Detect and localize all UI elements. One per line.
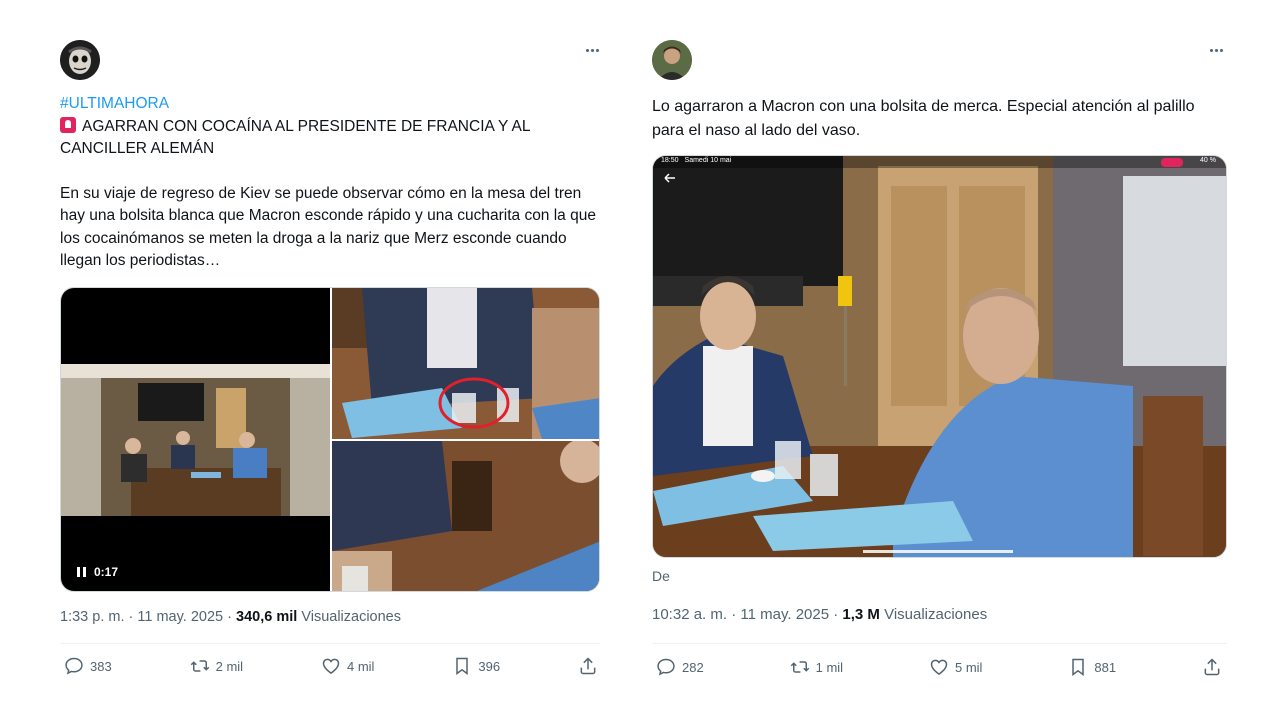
share-icon bbox=[1204, 658, 1220, 676]
tweet-metadata: 1:33 p. m. · 11 may. 2025 · 340,6 mil Vi… bbox=[60, 609, 401, 625]
divider bbox=[652, 643, 1227, 644]
video-frame bbox=[653, 156, 1226, 557]
tweet-headline: AGARRAN CON COCAÍNA AL PRESIDENTE DE FRA… bbox=[60, 117, 530, 158]
tweet-time[interactable]: 1:33 p. m. bbox=[60, 609, 124, 625]
bookmark-icon bbox=[456, 657, 469, 675]
reply-count: 282 bbox=[682, 659, 704, 675]
pause-icon[interactable] bbox=[77, 567, 86, 577]
divider bbox=[60, 643, 600, 644]
reply-icon bbox=[65, 657, 83, 675]
action-bar: 383 2 mil 4 mil 396 bbox=[64, 656, 598, 676]
video-thumbnail bbox=[61, 364, 330, 516]
hashtag-link[interactable]: #ULTIMAHORA bbox=[60, 93, 600, 116]
video-player[interactable]: 0:17 bbox=[61, 288, 330, 591]
tweet-left: #ULTIMAHORA AGARRAN CON COCAÍNA AL PRESI… bbox=[40, 0, 620, 720]
share-icon bbox=[580, 657, 596, 675]
views-label: Visualizaciones bbox=[884, 606, 988, 623]
avatar-image bbox=[60, 40, 100, 80]
repost-button[interactable]: 2 mil bbox=[190, 656, 243, 676]
tweet-date[interactable]: 11 may. 2025 bbox=[137, 609, 223, 625]
status-date: Samedi 10 mai bbox=[684, 157, 732, 164]
tweet-right: Lo agarraron a Macron con una bolsita de… bbox=[636, 0, 1246, 720]
avatar-image bbox=[652, 40, 692, 80]
more-options-button[interactable] bbox=[1202, 40, 1230, 60]
heart-icon bbox=[930, 659, 948, 675]
repost-icon bbox=[790, 661, 809, 673]
video-time: 0:17 bbox=[94, 565, 119, 579]
media-caption[interactable]: De bbox=[652, 568, 670, 584]
action-bar: 282 1 mil 5 mil 881 bbox=[656, 657, 1222, 677]
more-icon bbox=[1209, 48, 1213, 52]
video-controls[interactable]: 0:17 bbox=[77, 565, 118, 579]
repost-count: 1 mil bbox=[815, 659, 844, 675]
video-player[interactable]: 18:50 Samedi 10 mai 40 % bbox=[652, 155, 1227, 558]
share-button[interactable] bbox=[578, 656, 598, 676]
photo-table-circle bbox=[332, 288, 599, 439]
avatar[interactable] bbox=[60, 40, 100, 80]
bookmark-icon bbox=[1072, 658, 1085, 676]
tweet-text: Lo agarraron a Macron con una bolsita de… bbox=[652, 95, 1212, 143]
reply-count: 383 bbox=[90, 658, 112, 674]
bookmark-count: 396 bbox=[478, 658, 501, 674]
reply-icon bbox=[657, 658, 675, 676]
share-button[interactable] bbox=[1202, 657, 1222, 677]
siren-emoji-icon bbox=[60, 116, 76, 133]
media-image-bottom[interactable] bbox=[332, 439, 599, 591]
repost-button[interactable]: 1 mil bbox=[790, 657, 843, 677]
bookmark-button[interactable]: 396 bbox=[452, 656, 500, 676]
screen-status-bar: 18:50 Samedi 10 mai bbox=[661, 157, 731, 164]
tweet-body: En su viaje de regreso de Kiev se puede … bbox=[60, 184, 596, 270]
tweet-time[interactable]: 10:32 a. m. bbox=[652, 606, 727, 623]
bookmark-button[interactable]: 881 bbox=[1068, 657, 1116, 677]
screen-status-battery: 40 % bbox=[1200, 157, 1216, 164]
like-count: 4 mil bbox=[347, 658, 375, 674]
more-options-button[interactable] bbox=[578, 40, 606, 60]
heart-icon bbox=[322, 658, 340, 674]
repost-icon bbox=[190, 660, 209, 672]
reply-button[interactable]: 383 bbox=[64, 656, 112, 676]
photo-table-closeup bbox=[332, 439, 599, 591]
views-label: Visualizaciones bbox=[301, 609, 401, 625]
more-icon bbox=[585, 48, 589, 52]
media-image-top[interactable] bbox=[332, 288, 599, 439]
views-count: 1,3 M bbox=[842, 606, 880, 623]
tweet-date[interactable]: 11 may. 2025 bbox=[740, 606, 829, 623]
like-button[interactable]: 4 mil bbox=[321, 656, 374, 676]
tweet-metadata: 10:32 a. m. · 11 may. 2025 · 1,3 M Visua… bbox=[652, 606, 988, 623]
tweet-body: Lo agarraron a Macron con una bolsita de… bbox=[652, 98, 1195, 139]
avatar[interactable] bbox=[652, 40, 692, 80]
repost-count: 2 mil bbox=[215, 658, 244, 674]
status-time: 18:50 bbox=[661, 157, 679, 164]
reply-button[interactable]: 282 bbox=[656, 657, 704, 677]
bookmark-count: 881 bbox=[1094, 659, 1117, 675]
media-grid: 0:17 bbox=[60, 287, 600, 592]
like-button[interactable]: 5 mil bbox=[929, 657, 982, 677]
like-count: 5 mil bbox=[955, 659, 983, 675]
views-count: 340,6 mil bbox=[236, 609, 298, 625]
tweet-text: #ULTIMAHORA AGARRAN CON COCAÍNA AL PRESI… bbox=[60, 93, 600, 273]
